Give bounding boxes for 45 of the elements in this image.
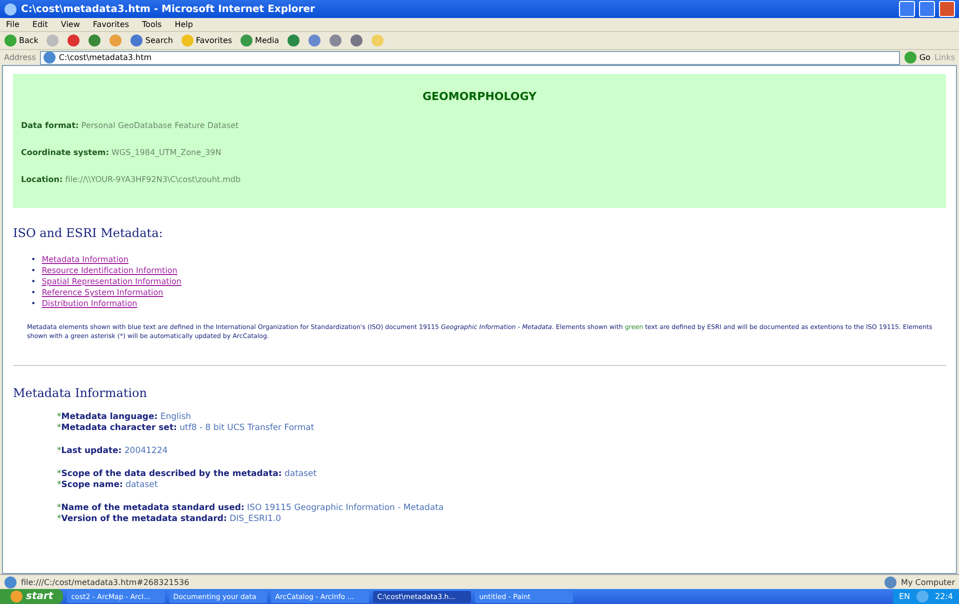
clock: 22:4 <box>935 592 953 601</box>
go-button[interactable]: Go <box>904 51 930 64</box>
toolbar-button[interactable]: Back <box>4 34 38 47</box>
metadata-field: *Last update: 20041224 <box>57 446 946 457</box>
summary-field: Data format: Personal GeoDatabase Feature Dataset <box>21 121 938 130</box>
metadata-field: *Scope name: dataset <box>57 480 946 491</box>
menu-item[interactable]: Edit <box>32 20 48 29</box>
metadata-field: *Scope of the data described by the metadata: dataset <box>57 469 946 480</box>
metadata-field: *Metadata language: English <box>57 412 946 423</box>
address-label: Address <box>4 53 36 62</box>
toolbar-button[interactable]: Favorites <box>180 34 232 47</box>
toolbar-button[interactable]: Search <box>130 34 173 47</box>
section-link[interactable]: Reference System Information <box>42 287 164 298</box>
minimize-button[interactable] <box>899 1 915 17</box>
metadata-field: *Metadata character set: utf8 - 8 bit UCS Transfer Format <box>57 423 946 434</box>
toolbar-button[interactable]: Media <box>240 34 280 47</box>
section-link[interactable]: Distribution Information <box>42 298 138 309</box>
status-url: file:///C:/cost/metadata3.htm#268321536 <box>21 578 190 586</box>
bullet: • <box>31 254 36 265</box>
bullet: • <box>31 298 36 309</box>
close-button[interactable] <box>939 1 955 17</box>
menu-item[interactable]: View <box>60 20 80 29</box>
section-heading: Metadata Information <box>13 386 148 400</box>
dataset-title: GEOMORPHOLOGY <box>421 90 538 103</box>
menu-item[interactable]: Help <box>174 20 193 29</box>
maximize-button[interactable] <box>919 1 935 17</box>
start-button[interactable]: start <box>0 589 64 604</box>
bullet: • <box>31 287 36 298</box>
summary-field: Coordinate system: WGS_1984_UTM_Zone_39N <box>21 148 938 157</box>
section-heading: ISO and ESRI Metadata: <box>13 226 164 240</box>
summary-field: Location: file://\\YOUR-9YA3HF92N3\C\cost\zouht.mdb <box>21 175 938 184</box>
menu-item[interactable]: Favorites <box>92 20 130 29</box>
bullet: • <box>31 276 36 287</box>
menu-item[interactable]: Tools <box>142 20 162 29</box>
metadata-field: *Name of the metadata standard used: ISO 19115 Geographic Information - Metadata <box>57 503 946 514</box>
zone-label: My Computer <box>901 578 955 586</box>
section-link[interactable]: Metadata Information <box>42 254 128 265</box>
address-field[interactable]: C:\cost\metadata3.htm <box>40 50 900 64</box>
language-indicator: EN <box>898 592 910 601</box>
section-link[interactable]: Spatial Representation Information <box>42 276 182 287</box>
section-link[interactable]: Resource Identification Informtion <box>42 265 178 276</box>
metadata-field: *Version of the metadata standard: DIS_ESRI1.0 <box>57 514 946 525</box>
menu-item[interactable]: File <box>6 20 20 29</box>
window-title: C:\cost\metadata3.htm - Microsoft Internet Explorer <box>21 4 316 14</box>
bullet: • <box>31 265 36 276</box>
